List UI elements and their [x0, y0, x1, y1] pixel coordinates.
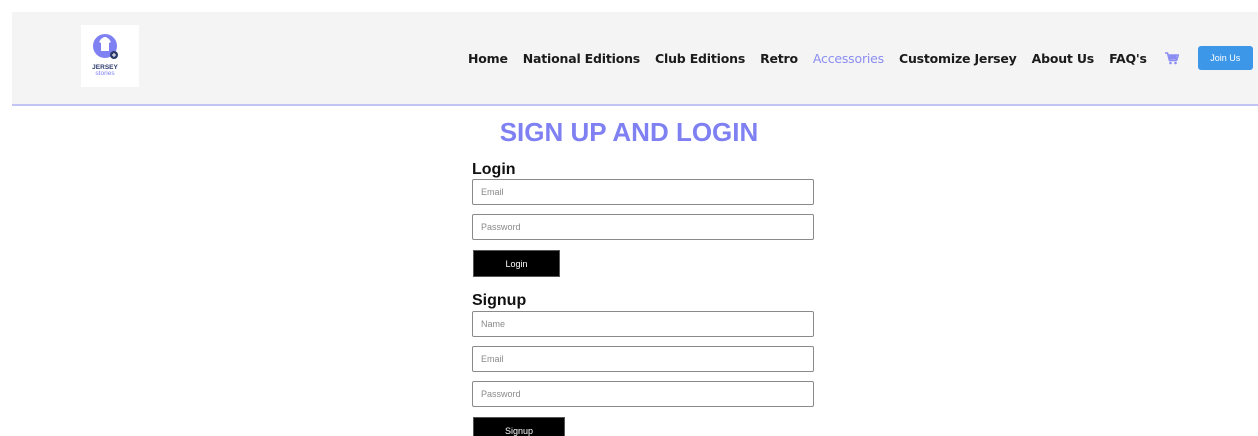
signup-heading: Signup — [472, 292, 527, 309]
nav-item-retro[interactable]: Retro — [760, 51, 798, 66]
nav-item-about-us[interactable]: About Us — [1032, 51, 1095, 66]
nav-item-home[interactable]: Home — [468, 51, 508, 66]
nav-item-accessories[interactable]: Accessories — [813, 51, 884, 66]
site-logo[interactable]: JERSEY stories — [81, 25, 139, 87]
login-email-field[interactable] — [472, 179, 814, 205]
join-us-button[interactable]: Join Us — [1197, 46, 1253, 70]
site-header: JERSEY stories Home National Editions Cl… — [12, 12, 1258, 106]
nav-item-club-editions[interactable]: Club Editions — [655, 51, 745, 66]
page-title: SIGN UP AND LOGIN — [499, 117, 759, 147]
main-nav: Home National Editions Club Editions Ret… — [468, 12, 1253, 104]
nav-item-faqs[interactable]: FAQ's — [1109, 51, 1147, 66]
nav-item-national-editions[interactable]: National Editions — [523, 51, 640, 66]
nav-item-customize-jersey[interactable]: Customize Jersey — [899, 51, 1017, 66]
login-password-field[interactable] — [472, 214, 814, 240]
page: JERSEY stories Home National Editions Cl… — [0, 0, 1258, 436]
cart-icon[interactable] — [1164, 50, 1180, 66]
signup-button[interactable]: Signup — [473, 417, 565, 436]
svg-text:stories: stories — [95, 70, 115, 77]
signup-name-field[interactable] — [472, 311, 814, 337]
jersey-stories-logo-icon: JERSEY stories — [92, 34, 118, 77]
login-heading: Login — [472, 161, 516, 178]
signup-email-field[interactable] — [472, 346, 814, 372]
login-button[interactable]: Login — [473, 250, 560, 277]
signup-password-field[interactable] — [472, 381, 814, 407]
